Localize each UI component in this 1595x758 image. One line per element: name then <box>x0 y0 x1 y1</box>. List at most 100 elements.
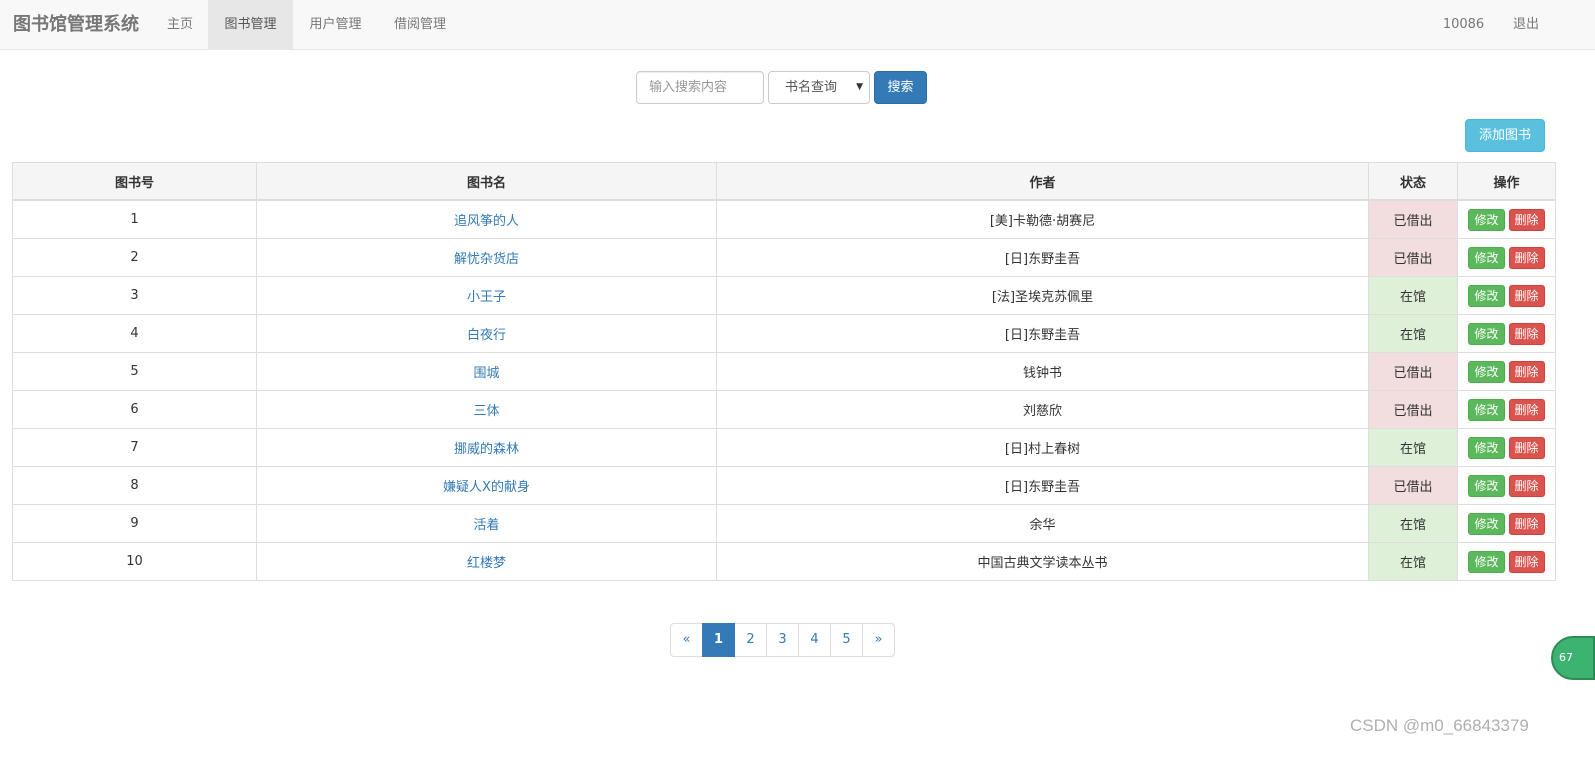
book-id: 10 <box>12 542 257 581</box>
watermark: CSDN @m0_66843379 <box>1350 716 1529 735</box>
actions-cell: 修改 删除 <box>1457 504 1556 543</box>
delete-button[interactable]: 删除 <box>1508 398 1545 421</box>
actions-cell: 修改 删除 <box>1457 238 1556 277</box>
book-title-link[interactable]: 挪威的森林 <box>454 442 519 457</box>
book-title-link[interactable]: 解忧杂货店 <box>454 252 519 267</box>
edit-button[interactable]: 修改 <box>1468 284 1505 307</box>
logout-link[interactable]: 退出 <box>1497 0 1555 50</box>
actions-cell: 修改 删除 <box>1457 352 1556 391</box>
book-author: [日]村上春树 <box>716 428 1369 467</box>
book-id: 9 <box>12 504 257 543</box>
nav-item-user-management[interactable]: 用户管理 <box>293 0 378 50</box>
book-title-cell: 三体 <box>256 390 717 429</box>
delete-button[interactable]: 删除 <box>1508 550 1545 573</box>
table-row: 7 挪威的森林 [日]村上春树 在馆 修改 删除 <box>12 428 1556 467</box>
book-author: 刘慈欣 <box>716 390 1369 429</box>
book-id: 3 <box>12 276 257 315</box>
brand-title[interactable]: 图书馆管理系统 <box>13 0 139 50</box>
book-title-link[interactable]: 追风筝的人 <box>454 214 519 229</box>
book-title-link[interactable]: 活着 <box>473 518 499 533</box>
edit-button[interactable]: 修改 <box>1468 474 1505 497</box>
books-table: 图书号 图书名 作者 状态 操作 1 追风筝的人 [美]卡勒德·胡赛尼 已借出 修改 删除… <box>12 162 1556 581</box>
status-badge: 在馆 <box>1368 314 1458 353</box>
book-title-cell: 活着 <box>256 504 717 543</box>
edit-button[interactable]: 修改 <box>1468 436 1505 459</box>
header-status: 状态 <box>1368 162 1458 201</box>
book-author: [日]东野圭吾 <box>716 466 1369 505</box>
edit-button[interactable]: 修改 <box>1468 208 1505 231</box>
book-title-cell: 挪威的森林 <box>256 428 717 467</box>
book-title-link[interactable]: 白夜行 <box>467 328 506 343</box>
edit-button[interactable]: 修改 <box>1468 550 1505 573</box>
actions-cell: 修改 删除 <box>1457 276 1556 315</box>
delete-button[interactable]: 删除 <box>1508 360 1545 383</box>
book-id: 1 <box>12 199 257 239</box>
table-row: 3 小王子 [法]圣埃克苏佩里 在馆 修改 删除 <box>12 276 1556 315</box>
page-4[interactable]: 4 <box>798 623 831 657</box>
actions-cell: 修改 删除 <box>1457 199 1556 239</box>
search-button[interactable]: 搜索 <box>874 71 927 104</box>
table-row: 6 三体 刘慈欣 已借出 修改 删除 <box>12 390 1556 429</box>
nav-item-home[interactable]: 主页 <box>152 0 208 50</box>
book-title-link[interactable]: 围城 <box>473 366 499 381</box>
navbar: 图书馆管理系统 主页 图书管理 用户管理 借阅管理 10086 退出 <box>0 0 1595 50</box>
book-id: 6 <box>12 390 257 429</box>
book-title-link[interactable]: 三体 <box>473 404 499 419</box>
actions-cell: 修改 删除 <box>1457 542 1556 581</box>
edit-button[interactable]: 修改 <box>1468 246 1505 269</box>
delete-button[interactable]: 删除 <box>1508 246 1545 269</box>
book-author: 余华 <box>716 504 1369 543</box>
page-5[interactable]: 5 <box>830 623 863 657</box>
edit-button[interactable]: 修改 <box>1468 322 1505 345</box>
book-author: 中国古典文学读本丛书 <box>716 542 1369 581</box>
page-3[interactable]: 3 <box>766 623 799 657</box>
header-actions: 操作 <box>1457 162 1556 201</box>
book-id: 8 <box>12 466 257 505</box>
book-id: 5 <box>12 352 257 391</box>
book-title-cell: 红楼梦 <box>256 542 717 581</box>
search-type-select[interactable]: 书名查询 ▼ <box>768 71 870 104</box>
chevron-down-icon: ▼ <box>856 82 863 92</box>
nav-item-book-management[interactable]: 图书管理 <box>208 0 293 50</box>
status-badge: 已借出 <box>1368 199 1458 239</box>
page-prev[interactable]: « <box>670 623 703 657</box>
table-row: 1 追风筝的人 [美]卡勒德·胡赛尼 已借出 修改 删除 <box>12 199 1556 239</box>
book-title-cell: 小王子 <box>256 276 717 315</box>
table-row: 9 活着 余华 在馆 修改 删除 <box>12 504 1556 543</box>
table-row: 4 白夜行 [日]东野圭吾 在馆 修改 删除 <box>12 314 1556 353</box>
user-id-link[interactable]: 10086 <box>1430 0 1497 50</box>
table-row: 10 红楼梦 中国古典文学读本丛书 在馆 修改 删除 <box>12 542 1556 581</box>
book-title-link[interactable]: 嫌疑人X的献身 <box>443 480 530 495</box>
actions-cell: 修改 删除 <box>1457 314 1556 353</box>
status-badge: 在馆 <box>1368 542 1458 581</box>
book-author: [法]圣埃克苏佩里 <box>716 276 1369 315</box>
delete-button[interactable]: 删除 <box>1508 284 1545 307</box>
edit-button[interactable]: 修改 <box>1468 512 1505 535</box>
edit-button[interactable]: 修改 <box>1468 398 1505 421</box>
nav-item-borrow-management[interactable]: 借阅管理 <box>378 0 462 50</box>
add-book-button[interactable]: 添加图书 <box>1465 119 1545 152</box>
delete-button[interactable]: 删除 <box>1508 474 1545 497</box>
floating-badge[interactable]: 67 <box>1551 636 1595 680</box>
book-author: [美]卡勒德·胡赛尼 <box>716 199 1369 239</box>
book-author: [日]东野圭吾 <box>716 238 1369 277</box>
delete-button[interactable]: 删除 <box>1508 512 1545 535</box>
status-badge: 在馆 <box>1368 428 1458 467</box>
delete-button[interactable]: 删除 <box>1508 208 1545 231</box>
header-author: 作者 <box>716 162 1369 201</box>
page-2[interactable]: 2 <box>734 623 767 657</box>
pagination: « 1 2 3 4 5 » <box>670 623 895 657</box>
book-title-cell: 白夜行 <box>256 314 717 353</box>
page-1[interactable]: 1 <box>702 623 735 657</box>
edit-button[interactable]: 修改 <box>1468 360 1505 383</box>
delete-button[interactable]: 删除 <box>1508 322 1545 345</box>
book-id: 7 <box>12 428 257 467</box>
book-author: 钱钟书 <box>716 352 1369 391</box>
book-title-link[interactable]: 红楼梦 <box>467 556 506 571</box>
table-row: 2 解忧杂货店 [日]东野圭吾 已借出 修改 删除 <box>12 238 1556 277</box>
book-title-link[interactable]: 小王子 <box>467 290 506 305</box>
delete-button[interactable]: 删除 <box>1508 436 1545 459</box>
search-input[interactable] <box>636 71 764 104</box>
page-next[interactable]: » <box>862 623 895 657</box>
header-book-id: 图书号 <box>12 162 257 201</box>
